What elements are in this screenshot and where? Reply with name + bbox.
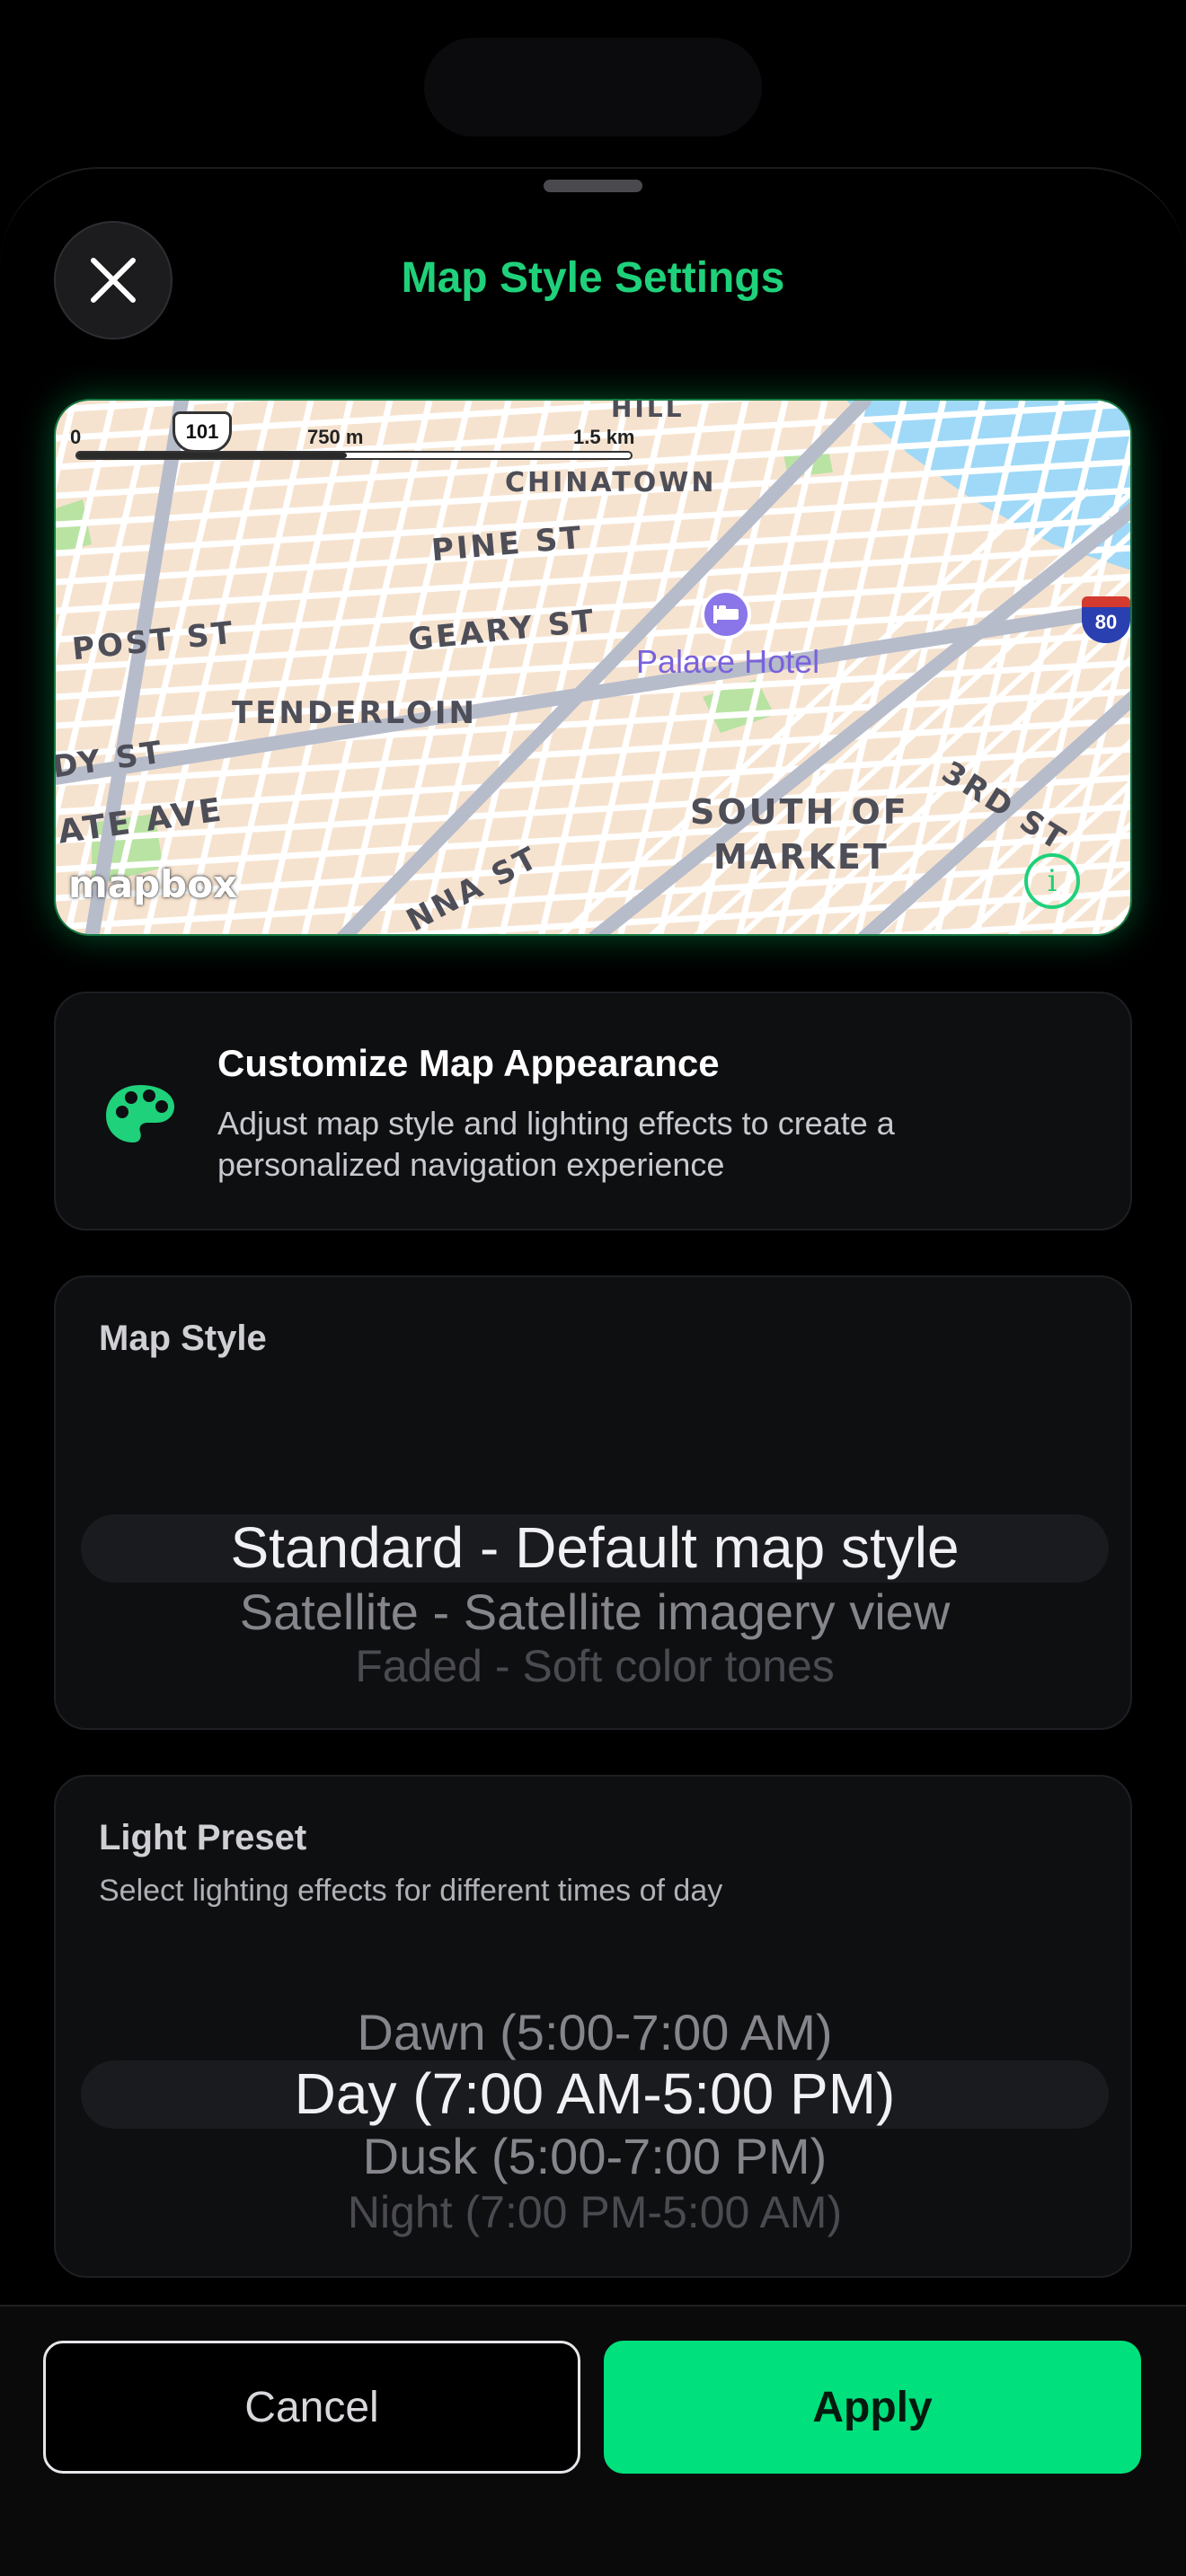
map-preview[interactable]: 0 750 m 1.5 km 101 80 HILL CHINATOWN PIN… (54, 399, 1132, 936)
light-preset-card: Light Preset Select lighting effects for… (54, 1775, 1132, 2278)
map-style-option-faded[interactable]: Faded - Soft color tones (56, 1640, 1130, 1692)
i-80-shield-icon: 80 (1082, 596, 1130, 643)
info-card-description: Adjust map style and lighting effects to… (217, 1105, 895, 1183)
scale-start: 0 (70, 426, 82, 448)
sheet-grabber[interactable] (544, 180, 642, 192)
info-icon[interactable]: i (1024, 853, 1080, 909)
dynamic-island (424, 38, 762, 137)
cancel-button[interactable]: Cancel (43, 2341, 580, 2474)
apply-button[interactable]: Apply (604, 2341, 1141, 2474)
map-label-south-of: SOUTH OF (690, 792, 909, 832)
footer-bar: Cancel Apply (0, 2305, 1186, 2576)
light-preset-option-night[interactable]: Night (7:00 PM-5:00 AM) (56, 2186, 1130, 2238)
scale-bar (75, 451, 633, 460)
scale-mid: 750 m (307, 426, 364, 448)
light-preset-subtitle: Select lighting effects for different ti… (99, 1874, 723, 1908)
page-title: Map Style Settings (401, 254, 785, 302)
map-label-palace-hotel[interactable]: Palace Hotel (636, 643, 819, 681)
light-preset-option-dawn[interactable]: Dawn (5:00-7:00 AM) (56, 2003, 1130, 2061)
us-101-shield-icon: 101 (173, 411, 232, 453)
map-label-market: MARKET (713, 837, 890, 877)
map-label-tenderloin: TENDERLOIN (232, 695, 477, 731)
map-label-hill: HILL (611, 399, 685, 423)
mapbox-logo: mapbox (68, 862, 238, 906)
map-style-label: Map Style (99, 1319, 267, 1358)
light-preset-option-selected[interactable]: Day (7:00 AM-5:00 PM) (56, 2060, 1130, 2127)
light-preset-option-dusk[interactable]: Dusk (5:00-7:00 PM) (56, 2127, 1130, 2185)
bed-icon[interactable] (701, 589, 751, 640)
map-style-option-satellite[interactable]: Satellite - Satellite imagery view (56, 1583, 1130, 1641)
palette-icon (106, 1085, 174, 1142)
light-preset-label: Light Preset (99, 1818, 307, 1857)
info-card-title: Customize Map Appearance (217, 1042, 720, 1084)
map-style-card: Map Style Standard - Default map style S… (54, 1275, 1132, 1730)
map-style-option-selected[interactable]: Standard - Default map style (56, 1514, 1130, 1581)
info-card: Customize Map Appearance Adjust map styl… (54, 992, 1132, 1231)
map-label-chinatown: CHINATOWN (505, 467, 717, 498)
scale-end: 1.5 km (573, 426, 635, 448)
